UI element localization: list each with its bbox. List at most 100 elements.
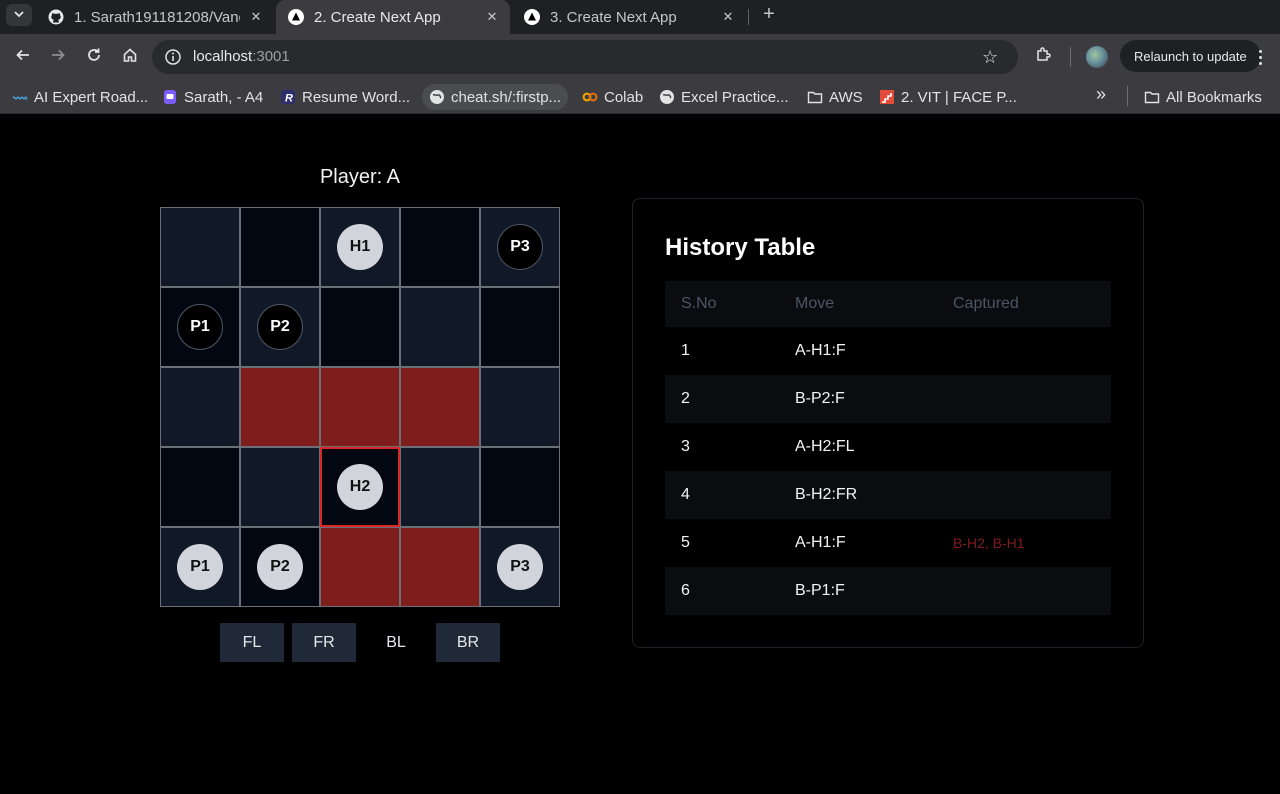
board-cell[interactable]: [480, 287, 560, 367]
column-header: S.No: [681, 295, 717, 312]
home-icon: [122, 47, 138, 68]
url-text: localhost:3001: [193, 48, 290, 65]
bookmark-item[interactable]: Excel Practice...: [659, 84, 789, 110]
board-cell[interactable]: [400, 207, 480, 287]
tab-search-button[interactable]: [6, 4, 32, 26]
table-row: 1 A-H1:F: [665, 327, 1111, 375]
bookmark-item[interactable]: AWS: [807, 84, 863, 110]
globe-icon: [429, 89, 445, 105]
document-icon: [162, 89, 178, 105]
board-cell[interactable]: H1: [320, 207, 400, 287]
bookmark-label: Excel Practice...: [681, 88, 789, 106]
board-cell[interactable]: [320, 287, 400, 367]
new-tab-button[interactable]: +: [758, 4, 780, 26]
extensions-button[interactable]: [1030, 42, 1058, 70]
info-icon[interactable]: [164, 48, 182, 66]
column-header: Move: [795, 295, 835, 312]
home-button[interactable]: [115, 42, 145, 72]
table-cell-move: A-H1:F: [795, 342, 846, 359]
board-cell[interactable]: P3: [480, 527, 560, 607]
reload-button[interactable]: [79, 42, 109, 72]
tab-2[interactable]: 2. Create Next App ✕: [276, 0, 510, 34]
bookmark-item[interactable]: Sarath, - A4: [162, 84, 263, 110]
board-cell[interactable]: [400, 527, 480, 607]
bookmark-item[interactable]: R Resume Word...: [280, 84, 410, 110]
move-button-fl[interactable]: FL: [220, 623, 284, 662]
board-cell[interactable]: [400, 447, 480, 527]
close-icon[interactable]: ✕: [720, 9, 736, 25]
github-icon: [48, 9, 64, 25]
all-bookmarks-button[interactable]: All Bookmarks: [1144, 84, 1262, 110]
table-cell-sno: 6: [681, 582, 690, 599]
url-port: :3001: [252, 48, 290, 65]
bookmark-label: Sarath, - A4: [184, 88, 264, 106]
history-table: S.No Move Captured 1 A-H1:F 2 B-P2:F 3 A-H2:F…: [665, 281, 1111, 615]
game-piece[interactable]: P3: [497, 544, 543, 590]
arrow-left-icon: [15, 47, 31, 68]
tab-title: 1. Sarath191181208/Vanq: [74, 8, 240, 26]
back-button[interactable]: [8, 42, 38, 72]
address-bar[interactable]: localhost:3001 ☆: [152, 40, 1018, 74]
game-piece[interactable]: P1: [177, 544, 223, 590]
board-cell[interactable]: [240, 367, 320, 447]
move-button-bl[interactable]: BL: [364, 623, 428, 662]
board-cell[interactable]: [320, 527, 400, 607]
board-cell[interactable]: P1: [160, 527, 240, 607]
chevron-double-right-icon[interactable]: »: [1096, 84, 1106, 105]
tab-divider: [748, 9, 749, 25]
board-cell[interactable]: [480, 367, 560, 447]
profile-avatar[interactable]: [1086, 46, 1108, 68]
tab-3[interactable]: 3. Create Next App ✕: [512, 0, 746, 34]
game-piece[interactable]: P2: [257, 304, 303, 350]
board-cell[interactable]: [160, 207, 240, 287]
bookmark-item[interactable]: 2. VIT | FACE P...: [879, 84, 1017, 110]
board-cell[interactable]: P2: [240, 287, 320, 367]
nextjs-icon: [524, 9, 540, 25]
svg-text:R: R: [285, 93, 293, 105]
tab-1[interactable]: 1. Sarath191181208/Vanq ✕: [36, 0, 274, 34]
board-cell[interactable]: P2: [240, 527, 320, 607]
game-piece[interactable]: H1: [337, 224, 383, 270]
close-icon[interactable]: ✕: [248, 9, 264, 25]
game-piece[interactable]: H2: [337, 464, 383, 510]
board-cell[interactable]: [240, 447, 320, 527]
bookmark-item[interactable]: AI Expert Road...: [12, 84, 148, 110]
board-cell[interactable]: [320, 367, 400, 447]
bookmark-label: AWS: [829, 88, 863, 106]
table-cell-sno: 3: [681, 438, 690, 455]
puzzle-icon: [1035, 45, 1053, 68]
url-host: localhost: [193, 48, 253, 65]
table-cell-move: A-H2:FL: [795, 438, 855, 455]
board-cell[interactable]: [480, 447, 560, 527]
bookmark-label: AI Expert Road...: [34, 88, 149, 106]
board-cell[interactable]: [240, 207, 320, 287]
table-cell-sno: 2: [681, 390, 690, 407]
game-piece[interactable]: P1: [177, 304, 223, 350]
board-cell-selected[interactable]: H2: [320, 447, 400, 527]
board-cell[interactable]: P1: [160, 287, 240, 367]
history-panel: History Table S.No Move Captured 1 A-H1:F…: [632, 198, 1144, 648]
close-icon[interactable]: ✕: [484, 9, 500, 25]
game-piece[interactable]: P3: [497, 224, 543, 270]
board-cell[interactable]: [400, 367, 480, 447]
move-button-br[interactable]: BR: [436, 623, 500, 662]
bookmark-star-icon[interactable]: ☆: [982, 47, 998, 68]
board-cell[interactable]: [160, 447, 240, 527]
column-header: Captured: [953, 295, 1019, 312]
bookmarks-bar: AI Expert Road... Sarath, - A4 R Resume …: [0, 80, 1280, 114]
game-piece[interactable]: P2: [257, 544, 303, 590]
board-cell[interactable]: P3: [480, 207, 560, 287]
bookmark-item[interactable]: Colab: [582, 84, 643, 110]
menu-dots-icon[interactable]: [1250, 44, 1270, 70]
move-button-fr[interactable]: FR: [292, 623, 356, 662]
table-header-row: S.No Move Captured: [665, 281, 1111, 327]
history-title: History Table: [665, 234, 816, 261]
table-row: 4 B-H2:FR: [665, 471, 1111, 519]
bookmark-item[interactable]: cheat.sh/:firstp...: [422, 84, 569, 110]
page-content: Player: A H1 P3 P1 P2 H2 P1 P2 P3 FL FR BL BR Hist…: [0, 115, 1280, 794]
board-cell[interactable]: [400, 287, 480, 367]
board-cell[interactable]: [160, 367, 240, 447]
forward-button[interactable]: [43, 42, 73, 72]
table-cell-sno: 4: [681, 486, 690, 503]
relaunch-button[interactable]: Relaunch to update: [1120, 40, 1261, 72]
